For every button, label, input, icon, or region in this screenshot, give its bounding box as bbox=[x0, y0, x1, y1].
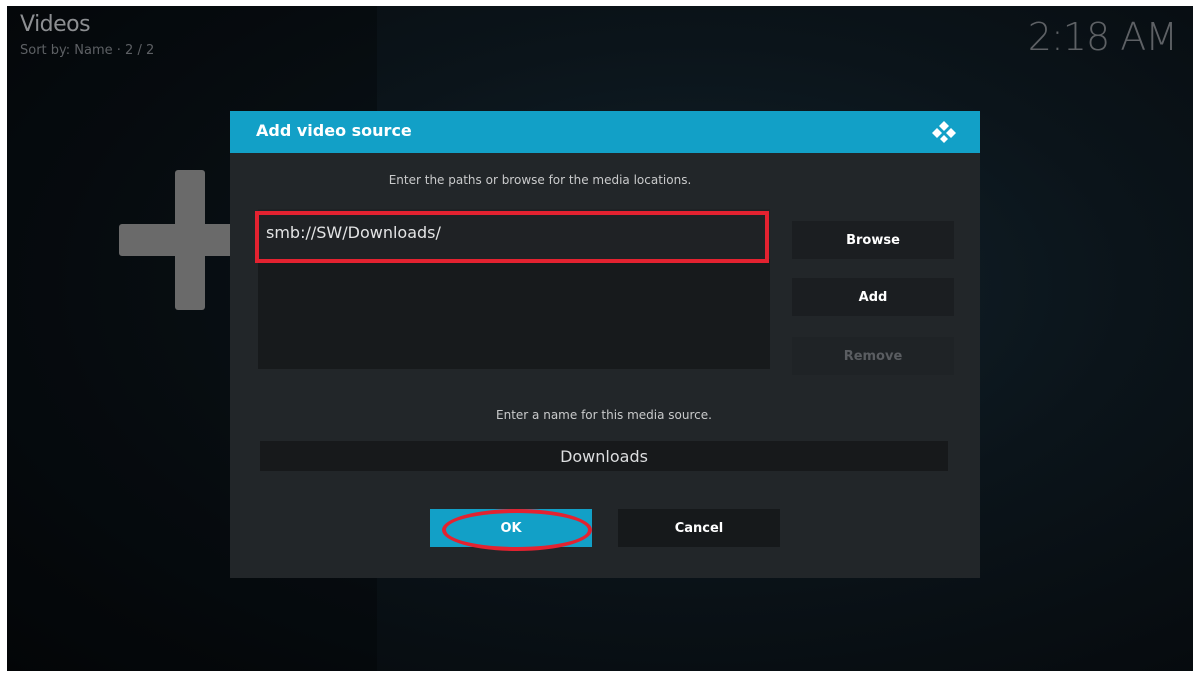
kodi-logo-icon bbox=[932, 121, 956, 143]
sort-info: Sort by: Name · 2 / 2 bbox=[20, 43, 155, 58]
page-title: Videos bbox=[20, 12, 91, 37]
remove-button[interactable]: Remove bbox=[792, 337, 954, 375]
name-instruction: Enter a name for this media source. bbox=[496, 408, 712, 422]
browse-button[interactable]: Browse bbox=[792, 221, 954, 259]
cancel-button[interactable]: Cancel bbox=[618, 509, 780, 547]
path-highlight-box bbox=[255, 211, 769, 263]
source-name-field[interactable]: Downloads bbox=[260, 441, 948, 471]
kodi-screen: Videos Sort by: Name · 2 / 2 2:18 AM Add… bbox=[7, 6, 1193, 671]
add-button[interactable]: Add bbox=[792, 278, 954, 316]
dialog-title: Add video source bbox=[256, 121, 412, 140]
add-video-source-dialog: Add video source Enter the paths or brow… bbox=[230, 111, 980, 578]
dialog-header: Add video source bbox=[230, 111, 980, 153]
ok-highlight-ellipse bbox=[442, 509, 592, 551]
clock: 2:18 AM bbox=[1027, 15, 1178, 59]
paths-instruction: Enter the paths or browse for the media … bbox=[388, 173, 692, 187]
